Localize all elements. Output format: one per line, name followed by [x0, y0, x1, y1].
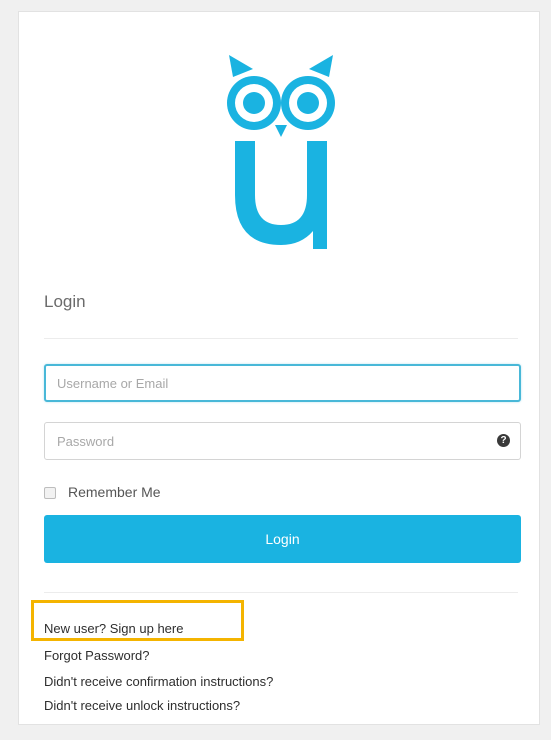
divider	[44, 338, 518, 339]
resend-confirmation-link[interactable]: Didn't receive confirmation instructions…	[44, 674, 273, 689]
username-input[interactable]	[44, 364, 521, 402]
remember-me-label[interactable]: Remember Me	[68, 484, 161, 500]
login-card: Login ? Remember Me Login New user? Sign…	[18, 11, 540, 725]
login-button[interactable]: Login	[44, 515, 521, 563]
login-heading: Login	[44, 292, 86, 311]
question-circle-icon[interactable]: ?	[497, 434, 510, 447]
resend-unlock-link[interactable]: Didn't receive unlock instructions?	[44, 698, 240, 713]
password-input[interactable]	[44, 422, 521, 460]
owl-u-logo-icon	[227, 55, 335, 249]
remember-me-checkbox[interactable]	[44, 487, 56, 499]
signup-highlight-box	[31, 600, 244, 641]
forgot-password-link[interactable]: Forgot Password?	[44, 648, 150, 663]
divider	[44, 592, 518, 593]
